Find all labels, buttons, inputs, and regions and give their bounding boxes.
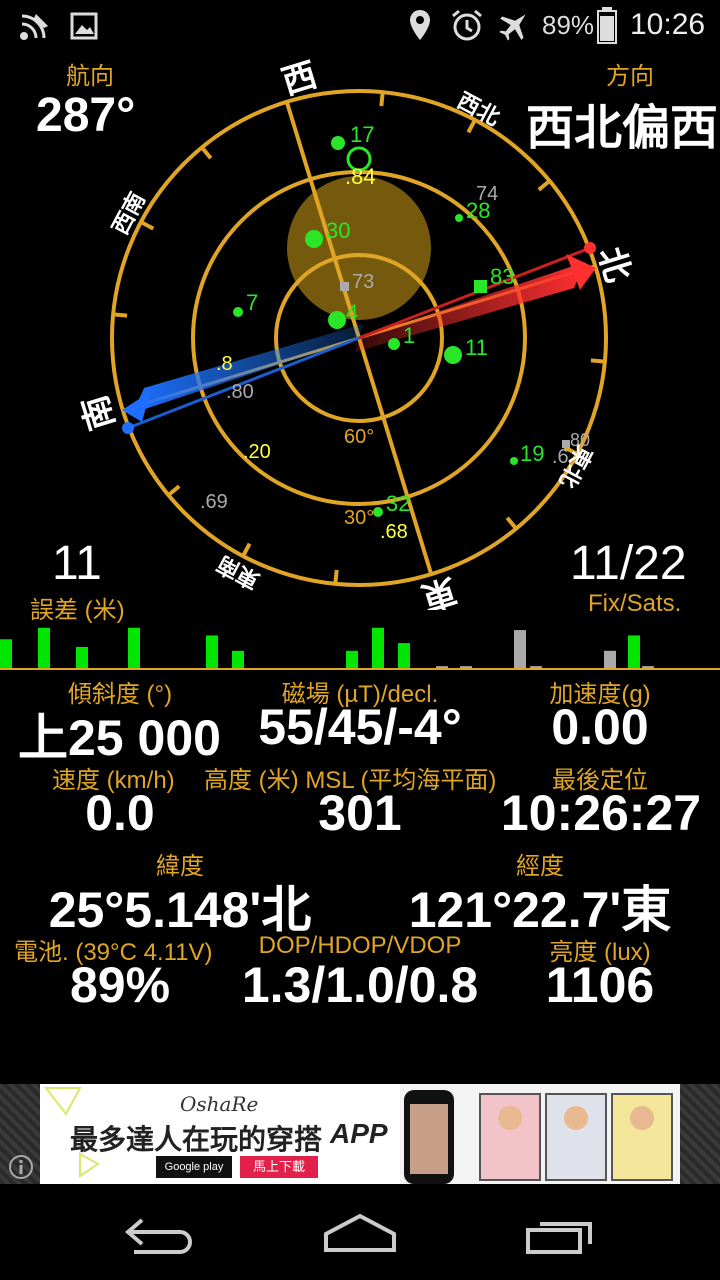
sat-11: 11 <box>465 335 488 360</box>
mag-value: 55/45/-4° <box>258 699 462 755</box>
divider <box>0 668 720 670</box>
location-icon <box>410 10 430 40</box>
sat-83: 83 <box>490 264 514 289</box>
ad-download-button[interactable]: 馬上下載 <box>240 1156 318 1178</box>
back-icon[interactable] <box>124 1214 196 1254</box>
sat-label-74: 74 <box>476 183 498 205</box>
signal-bar <box>398 643 410 670</box>
signal-bar <box>38 627 50 670</box>
recents-icon[interactable] <box>524 1216 598 1256</box>
ad-google-play-badge[interactable]: Google play <box>156 1156 232 1178</box>
altitude-value: 301 <box>318 785 402 841</box>
sat-label-69: .69 <box>200 491 228 513</box>
sat-label-80: .80 <box>226 381 254 403</box>
signal-strength-chart <box>0 627 654 670</box>
elevation-30-label: 30° <box>344 507 374 529</box>
home-icon[interactable] <box>322 1212 398 1256</box>
sat-19: 19 <box>520 441 544 466</box>
ad-headline: 最多達人在玩的穿搭 <box>70 1124 323 1155</box>
ad-brand: OshaRe <box>180 1092 259 1116</box>
lastfix-value: 10:26:27 <box>500 785 702 841</box>
sat-4: 4 <box>346 300 358 325</box>
ad-app-text: APP <box>330 1118 388 1149</box>
sat-1: 1 <box>403 323 415 348</box>
battery-value: 89% <box>69 957 171 1013</box>
sat-7: 7 <box>246 290 258 315</box>
sat-label-6: .6 <box>552 446 569 468</box>
elevation-60-label: 60° <box>344 426 374 448</box>
battery-icon <box>597 7 617 44</box>
sat-label-80b: 80 <box>570 430 590 450</box>
signal-bar <box>514 630 526 670</box>
dop-value: 1.3/1.0/0.8 <box>241 957 479 1013</box>
ad-margin-right <box>680 1084 720 1184</box>
sat-label-84: .84 <box>345 164 376 189</box>
signal-bar <box>628 635 640 670</box>
ad-margin-left <box>0 1084 40 1184</box>
accel-value: 0.00 <box>551 699 649 755</box>
signal-bar <box>128 627 140 670</box>
speed-value: 0.0 <box>85 785 155 841</box>
signal-bar <box>0 639 12 670</box>
signal-bar <box>206 635 218 670</box>
fix-label: Fix/Sats. <box>588 590 682 617</box>
image-icon <box>70 12 98 40</box>
sat-30: 30 <box>326 218 350 243</box>
fix-value: 11/22 <box>570 537 687 590</box>
airplane-icon <box>499 14 526 41</box>
signal-bar <box>76 646 88 670</box>
status-bar: 89% 10:26 <box>0 0 720 50</box>
dir-southeast: 東南 <box>213 551 264 594</box>
accuracy-value: 11 <box>52 537 102 590</box>
sat-17: 17 <box>350 122 374 147</box>
signal-wifi-icon <box>20 14 48 40</box>
sun-marker <box>287 176 431 320</box>
signal-bar <box>372 627 384 670</box>
ad-info-icon[interactable] <box>8 1154 34 1180</box>
navigation-bar <box>0 1184 720 1280</box>
clock: 10:26 <box>630 8 706 41</box>
ad-banner[interactable]: OshaRe 最多達人在玩的穿搭 APP Google play 馬上下載 <box>40 1084 680 1184</box>
lux-value: 1106 <box>545 957 655 1013</box>
sat-label-8: .8 <box>216 353 233 375</box>
alarm-icon <box>452 9 482 41</box>
sky-view-compass[interactable]: 西 西北 北 東北 東 東南 南 西南 60° 30° 17 .84 30 28… <box>0 50 720 610</box>
sat-label-68: .68 <box>380 521 408 543</box>
sat-label-73: 73 <box>352 271 374 293</box>
battery-percent: 89% <box>542 10 595 40</box>
dir-south: 南 <box>76 391 122 435</box>
sat-label-20: .20 <box>243 441 271 463</box>
sat-32: 32 <box>386 491 410 516</box>
